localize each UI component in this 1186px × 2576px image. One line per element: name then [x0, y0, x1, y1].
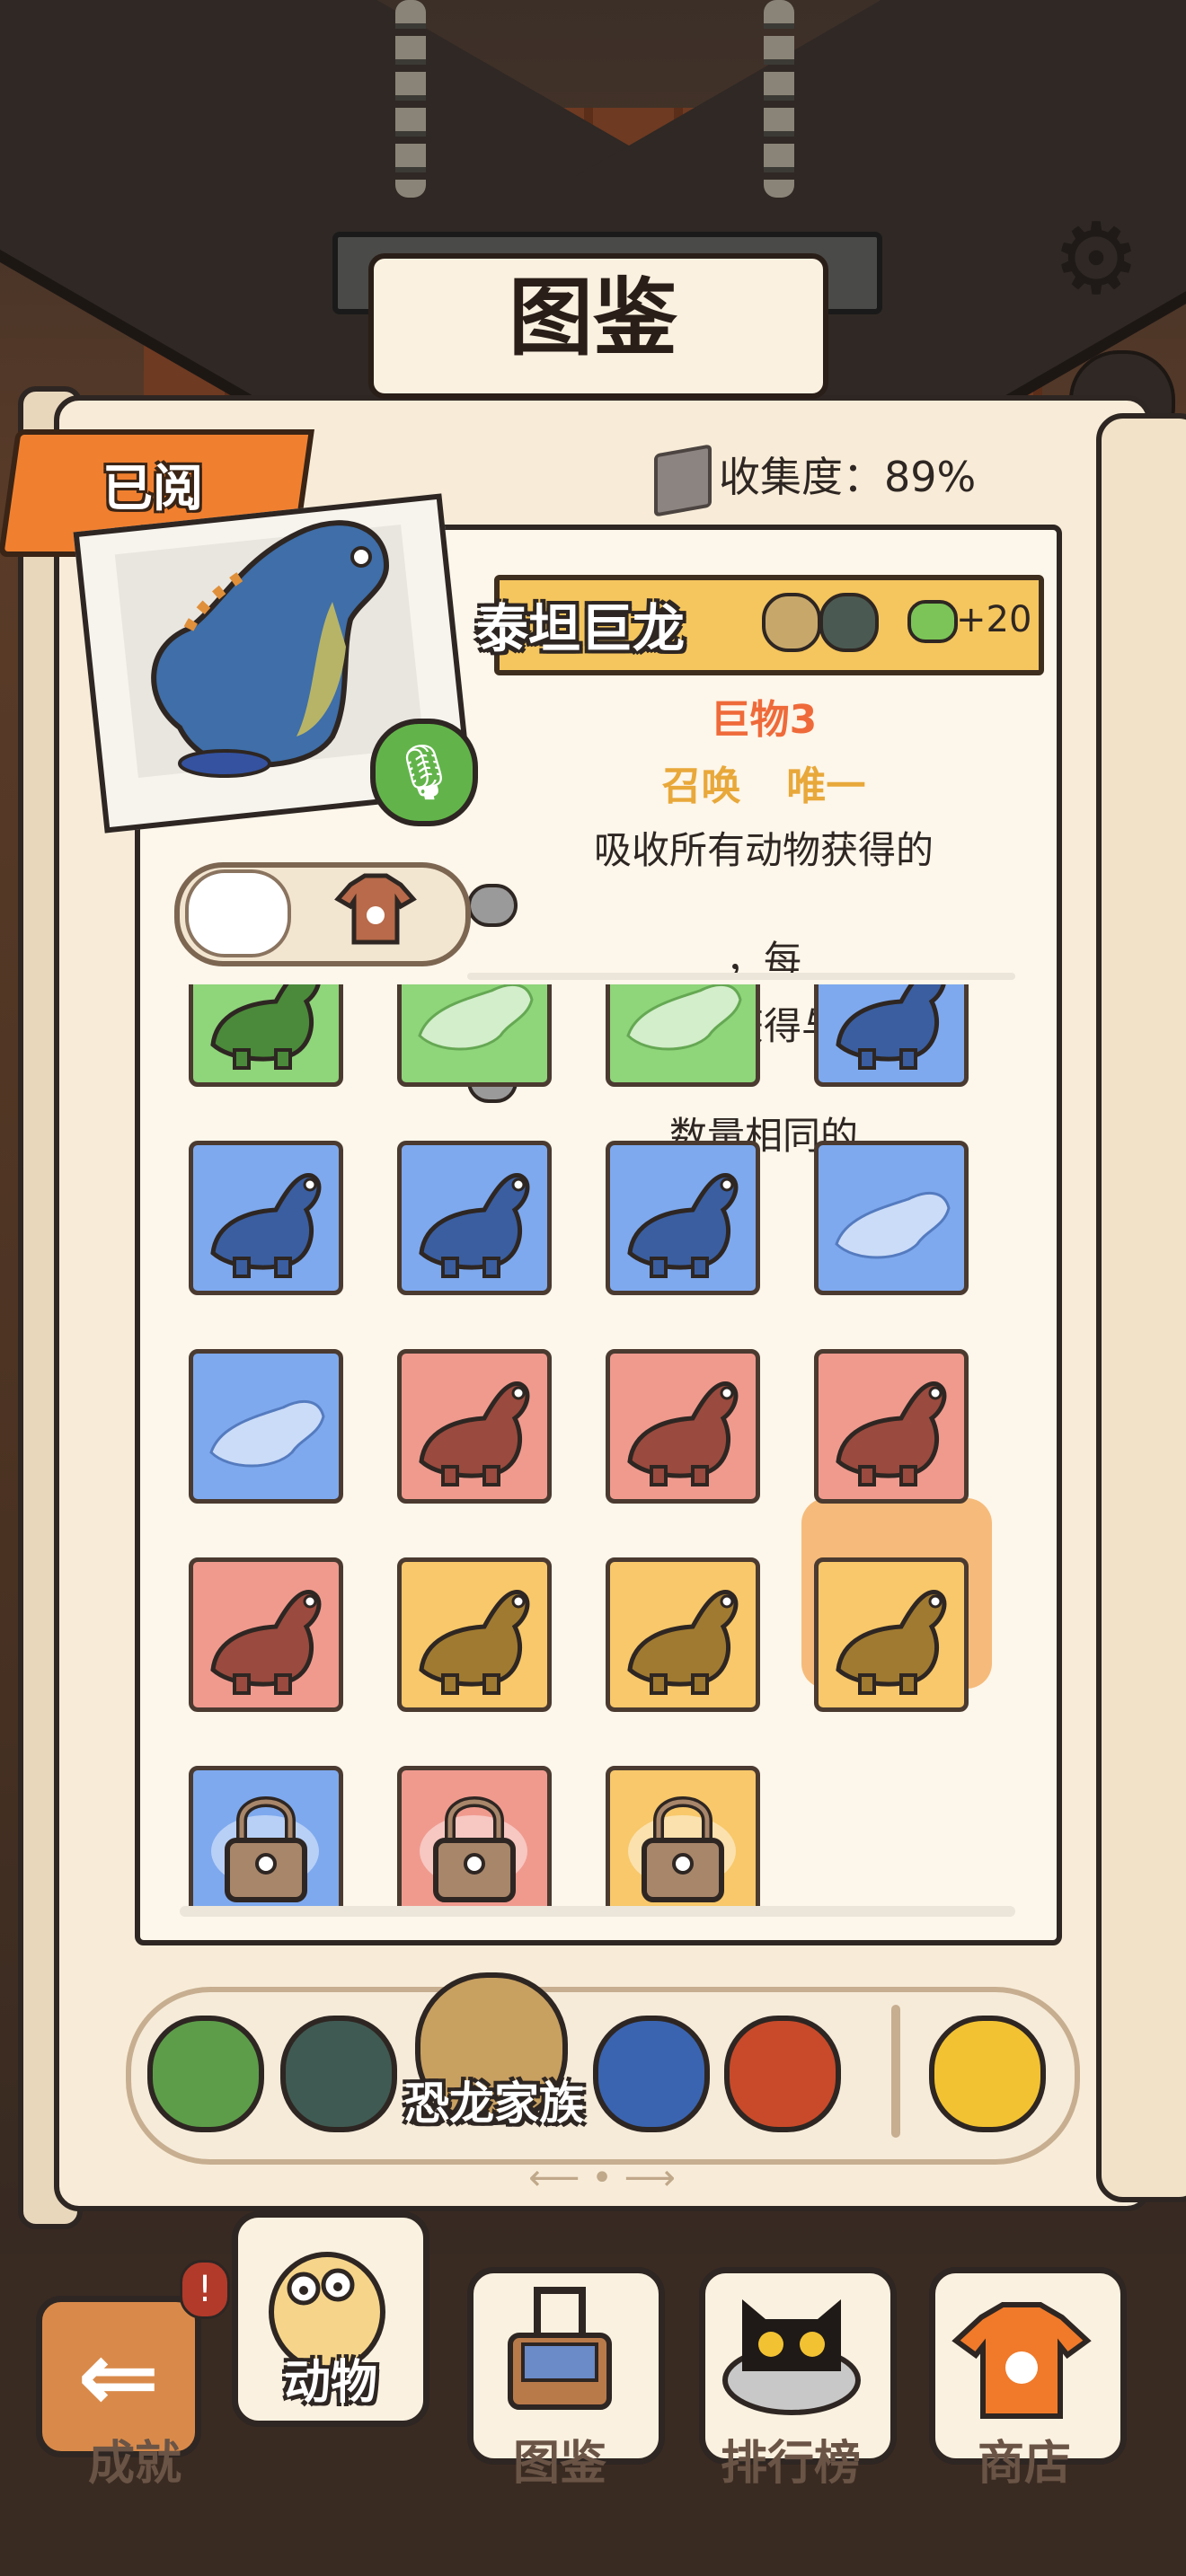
grid-cell[interactable]: [814, 1557, 969, 1712]
nav-shop-label[interactable]: 商店: [925, 2432, 1123, 2495]
book-page-edge: [1096, 413, 1186, 2202]
grid-cell[interactable]: [606, 984, 760, 1087]
nav-achievements-label[interactable]: 成就: [54, 2432, 216, 2495]
divider: [467, 973, 1015, 980]
grid-cell[interactable]: [189, 1141, 343, 1295]
page-indicator[interactable]: ⟵ • ⟶: [512, 2156, 692, 2201]
titanosaur-icon: [836, 1590, 947, 1695]
shirt-icon[interactable]: [332, 867, 419, 948]
category-divider: [891, 2005, 900, 2138]
notification-badge: !: [180, 2260, 230, 2319]
pterosaur-silhouette: [209, 1399, 325, 1468]
grid-cell[interactable]: [397, 984, 552, 1087]
grid-cell[interactable]: [606, 1141, 760, 1295]
lock-icon: [211, 1796, 319, 1902]
book-icon: [654, 444, 712, 517]
animal-type: 巨物3: [710, 697, 818, 743]
orange-shirt-icon: [951, 2302, 1092, 2419]
pteranodon-icon: [419, 1590, 530, 1695]
grid-cell[interactable]: [189, 1557, 343, 1712]
grid-cell[interactable]: [189, 984, 343, 1087]
voice-button[interactable]: 🎙: [370, 719, 478, 826]
frog-icon: [907, 600, 958, 643]
back-arrow-icon: ⇐: [76, 2319, 161, 2434]
chain-right: [764, 0, 794, 198]
grid-cell[interactable]: [397, 1557, 552, 1712]
grid-cell[interactable]: [814, 1349, 969, 1504]
summon-line: 召唤 唯一: [467, 760, 1060, 814]
ankylosaurus-icon: [419, 1381, 530, 1486]
grid-scrollbar[interactable]: [180, 1906, 1015, 1917]
category-locked-red-icon[interactable]: [724, 2016, 841, 2132]
dino-egg-tag-icon: [762, 593, 821, 652]
grid-cell[interactable]: [397, 1766, 552, 1910]
dilophosaurus-icon: [210, 1173, 322, 1278]
paw-tag-icon: [819, 593, 879, 652]
certificate-icon[interactable]: [185, 869, 291, 957]
frog-bonus: +20: [956, 599, 1032, 640]
lock-icon: [420, 1796, 527, 1902]
category-paw-coin-icon[interactable]: [929, 2016, 1046, 2132]
dino-silhouette: [835, 1191, 951, 1259]
dino-silhouette: [626, 984, 742, 1051]
category-label: 恐龙家族: [404, 2078, 584, 2130]
category-frog-icon[interactable]: [147, 2016, 264, 2132]
dino-partial-1: [210, 984, 321, 1070]
brachiosaurus-icon: [627, 1381, 739, 1486]
summon-value: 唯一: [786, 763, 866, 809]
triceratops-icon: [210, 1590, 322, 1695]
apatosaurus-icon: [836, 1381, 947, 1486]
dino-partial-2: [836, 984, 946, 1070]
chain-left: [395, 0, 426, 198]
animal-grid: [144, 984, 1042, 1910]
diplodocus-icon: [627, 1173, 739, 1278]
t-rex-icon: [627, 1590, 739, 1695]
grid-cell[interactable]: [814, 984, 969, 1087]
basket-icon: [508, 2287, 612, 2410]
grid-cell[interactable]: [606, 1766, 760, 1910]
description: 吸收所有动物获得的 ，每 天获得与 数量相同的: [467, 817, 1060, 1216]
nav-ranking-label[interactable]: 排行榜: [692, 2432, 890, 2495]
gear-icon[interactable]: ⚙: [1042, 205, 1150, 313]
summon-label: 召唤: [661, 763, 741, 809]
nav-animals-label[interactable]: 动物: [241, 2351, 420, 2414]
lock-icon: [628, 1796, 736, 1902]
grid-cell[interactable]: [189, 1349, 343, 1504]
black-cat-icon: [722, 2299, 861, 2415]
grid-cell[interactable]: [397, 1349, 552, 1504]
animal-name: 泰坦巨龙: [476, 598, 686, 659]
collection-progress: 收集度：89%: [719, 453, 977, 501]
grid-cell[interactable]: [606, 1557, 760, 1712]
dino-silhouette: [418, 984, 534, 1051]
nav-codex-label[interactable]: 图鉴: [467, 2432, 652, 2495]
grid-cell[interactable]: [189, 1766, 343, 1910]
page-title: 图鉴: [508, 269, 677, 367]
grid-cell[interactable]: [397, 1141, 552, 1295]
therizinosaurus-icon: [419, 1173, 530, 1278]
description-line-1: 吸收所有动物获得的 ，每: [467, 817, 1060, 993]
stone-icon: [467, 884, 518, 927]
grid-cell[interactable]: [814, 1141, 969, 1295]
grid-cell[interactable]: [606, 1349, 760, 1504]
